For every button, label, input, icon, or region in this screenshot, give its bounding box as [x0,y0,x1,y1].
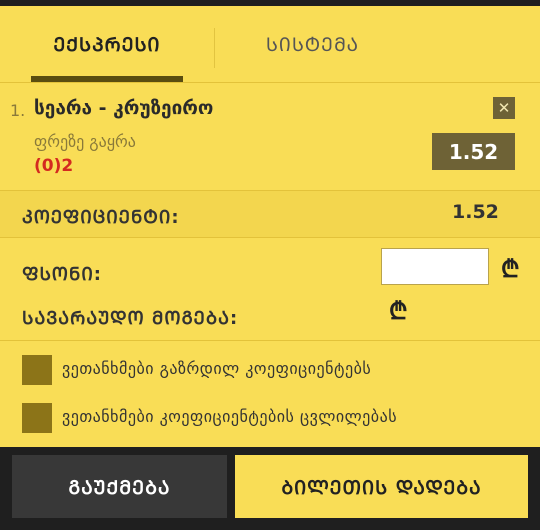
tab-express[interactable]: ᲔᲥᲡᲞᲠᲔᲡᲘ [31,6,183,82]
tab-system[interactable]: ᲡᲘᲡᲢᲔᲛᲐ [220,6,405,82]
accept-odds-change-checkbox[interactable] [22,403,52,433]
divider [0,340,540,341]
divider [0,237,540,238]
divider [0,82,540,83]
coefficient-value: 1.52 [452,201,499,223]
cancel-button[interactable]: ᲒᲐᲣᲥᲛᲔᲑᲐ [12,455,227,518]
bet-market: ფრეზე გაყრა [34,132,136,151]
tab-divider [214,28,215,68]
bet-odds: 1.52 [432,133,515,170]
bet-type-tabs: ᲔᲥᲡᲞᲠᲔᲡᲘ ᲡᲘᲡᲢᲔᲛᲐ [0,6,540,82]
tab-express-label: ᲔᲥᲡᲞᲠᲔᲡᲘ [53,34,161,56]
accept-increased-odds-label: ვეთანხმები გაზრდილ კოეფიციენტებს [62,359,372,378]
close-icon: ✕ [497,99,511,117]
coefficient-label: ᲙᲝᲔᲤᲘᲪᲘᲔᲜᲢᲘ: [22,207,180,228]
place-bet-button[interactable]: ᲑᲘᲚᲔᲗᲘᲡ ᲓᲐᲓᲔᲑᲐ [235,455,528,518]
possible-win-label: ᲡᲐᲕᲐᲠᲐᲣᲓᲝ ᲛᲝᲒᲔᲑᲐ: [22,308,239,329]
lari-currency-icon: ₾ [501,255,520,283]
lari-currency-icon: ₾ [389,297,408,325]
bet-score: (0)2 [34,156,74,176]
accept-increased-odds-checkbox[interactable] [22,355,52,385]
tab-system-label: ᲡᲘᲡᲢᲔᲛᲐ [265,34,360,56]
coefficient-row: ᲙᲝᲔᲤᲘᲪᲘᲔᲜᲢᲘ: 1.52 [0,191,540,237]
stake-input[interactable] [381,248,489,285]
accept-odds-change-label: ვეთანხმები კოეფიციენტების ცვლილებას [62,407,398,426]
match-name: სეარა - კრუზეირო [34,97,214,119]
remove-bet-button[interactable]: ✕ [493,97,515,119]
bet-number: 1. [10,101,26,120]
stake-label: ᲤᲡᲝᲜᲘ: [22,264,102,285]
